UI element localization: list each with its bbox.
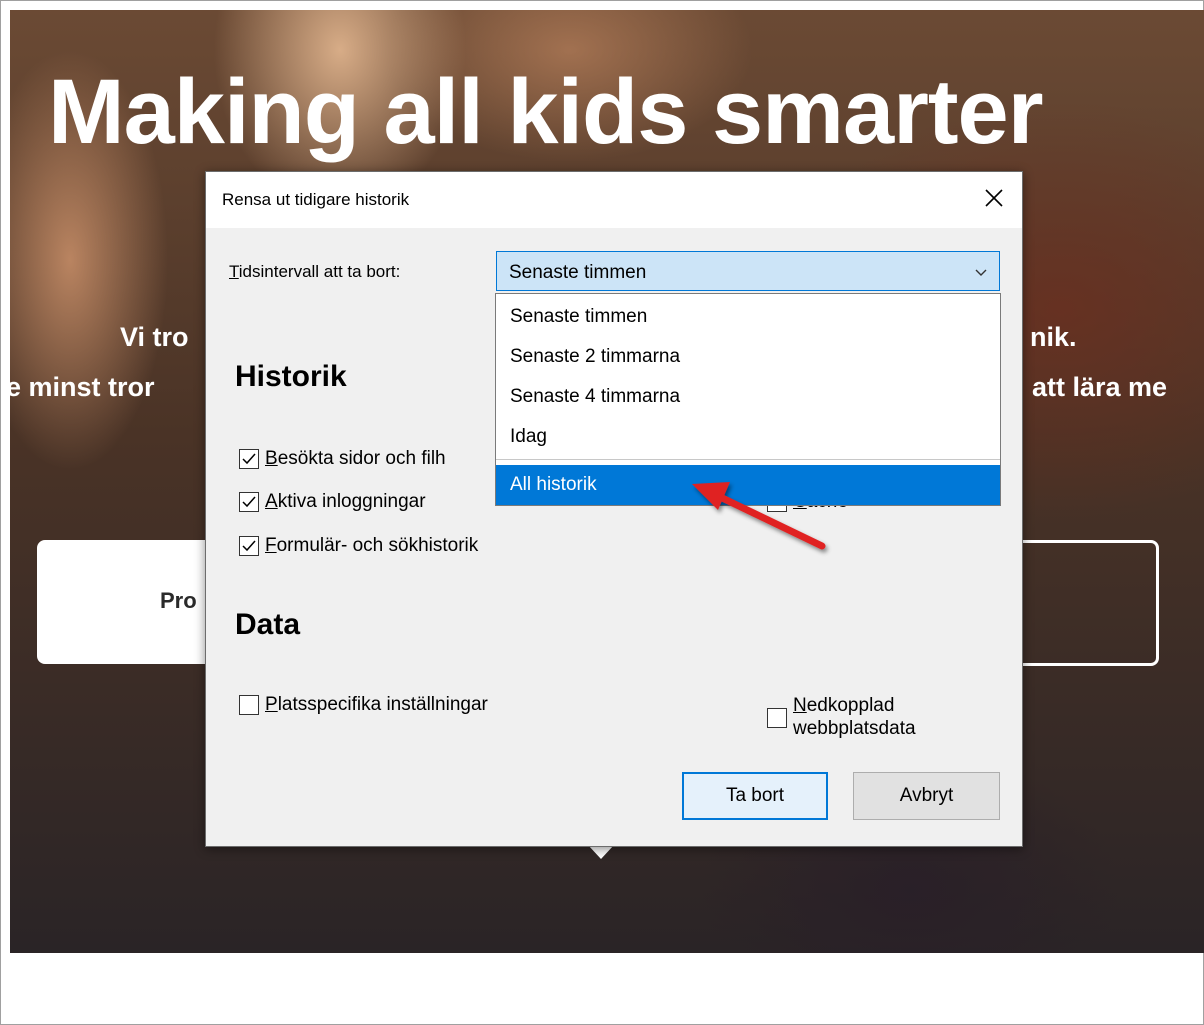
data-heading: Data — [235, 608, 301, 641]
time-range-label: Tidsintervall att ta bort: — [229, 262, 400, 282]
hero-tagline-left-1: Vi tro — [120, 322, 189, 352]
checkbox-box[interactable] — [767, 708, 787, 728]
triangle-down-icon[interactable] — [588, 845, 614, 859]
hero-primary-button[interactable]: Pro — [37, 540, 227, 664]
checkbox-accel: F — [265, 535, 277, 556]
checkbox-accel: P — [265, 694, 278, 715]
dropdown-option-label: All historik — [510, 474, 597, 495]
checkbox-site-settings[interactable]: Platsspecifika inställningar — [239, 694, 488, 716]
close-button[interactable] — [980, 184, 1008, 212]
checkbox-box[interactable] — [239, 695, 259, 715]
hero-tagline-right-2: att lära me — [1032, 372, 1168, 402]
checkbox-visited-pages[interactable]: Besökta sidor och filh — [239, 448, 446, 470]
checkbox-label-line1: edkopplad — [806, 695, 895, 716]
dropdown-option[interactable]: Idag — [496, 417, 1000, 457]
checkbox-box[interactable] — [239, 536, 259, 556]
time-range-accel: T — [229, 262, 239, 281]
close-icon — [985, 189, 1003, 207]
hero-secondary-button[interactable] — [1010, 540, 1159, 666]
checkmark-icon — [242, 453, 256, 465]
checkbox-box[interactable] — [239, 492, 259, 512]
dropdown-option-label: Idag — [510, 426, 547, 447]
chevron-down-icon — [975, 269, 987, 276]
dropdown-option[interactable]: Senaste 4 timmarna — [496, 377, 1000, 417]
checkbox-form-history[interactable]: Formulär- och sökhistorik — [239, 535, 478, 557]
checkbox-accel: N — [793, 695, 807, 716]
dropdown-separator — [496, 459, 1000, 460]
cancel-button[interactable]: Avbryt — [853, 772, 1000, 820]
dropdown-option[interactable]: Senaste 2 timmarna — [496, 337, 1000, 377]
time-range-value: Senaste timmen — [509, 262, 647, 283]
hero-tagline-right-1: nik. — [1030, 322, 1077, 352]
hero-tagline-left-2: e minst tror — [10, 372, 155, 402]
dialog-title: Rensa ut tidigare historik — [222, 190, 410, 209]
checkbox-offline-data[interactable]: Nedkopplad webbplatsdata — [767, 694, 916, 740]
checkmark-icon — [242, 496, 256, 508]
time-range-label-text: idsintervall att ta bort: — [238, 262, 401, 281]
checkbox-box[interactable] — [239, 449, 259, 469]
dialog-titlebar: Rensa ut tidigare historik — [206, 172, 1022, 228]
checkbox-label: ormulär- och sökhistorik — [276, 535, 479, 556]
checkbox-label: latsspecifika inställningar — [277, 694, 488, 715]
checkmark-icon — [242, 540, 256, 552]
hero-title: Making all kids smarter — [48, 61, 1044, 163]
checkbox-active-logins[interactable]: Aktiva inloggningar — [239, 491, 426, 513]
red-arrow-icon — [692, 482, 826, 550]
dropdown-option-label: Senaste 4 timmarna — [510, 386, 681, 407]
checkbox-label-line2: webbplatsdata — [793, 718, 916, 739]
clear-history-dialog: Rensa ut tidigare historik Tidsintervall… — [205, 171, 1023, 847]
checkbox-label: esökta sidor och filh — [277, 448, 446, 469]
time-range-select[interactable]: Senaste timmen — [496, 251, 1000, 291]
checkbox-accel: B — [265, 448, 278, 469]
dropdown-option-label: Senaste 2 timmarna — [510, 346, 681, 367]
remove-button[interactable]: Ta bort — [682, 772, 828, 820]
checkbox-accel: A — [265, 491, 278, 512]
dropdown-option[interactable]: Senaste timmen — [496, 297, 1000, 337]
dropdown-option-label: Senaste timmen — [510, 306, 648, 327]
hero-primary-button-label: Pro — [160, 588, 197, 613]
history-heading: Historik — [235, 360, 347, 393]
checkbox-label: ktiva inloggningar — [277, 491, 426, 512]
